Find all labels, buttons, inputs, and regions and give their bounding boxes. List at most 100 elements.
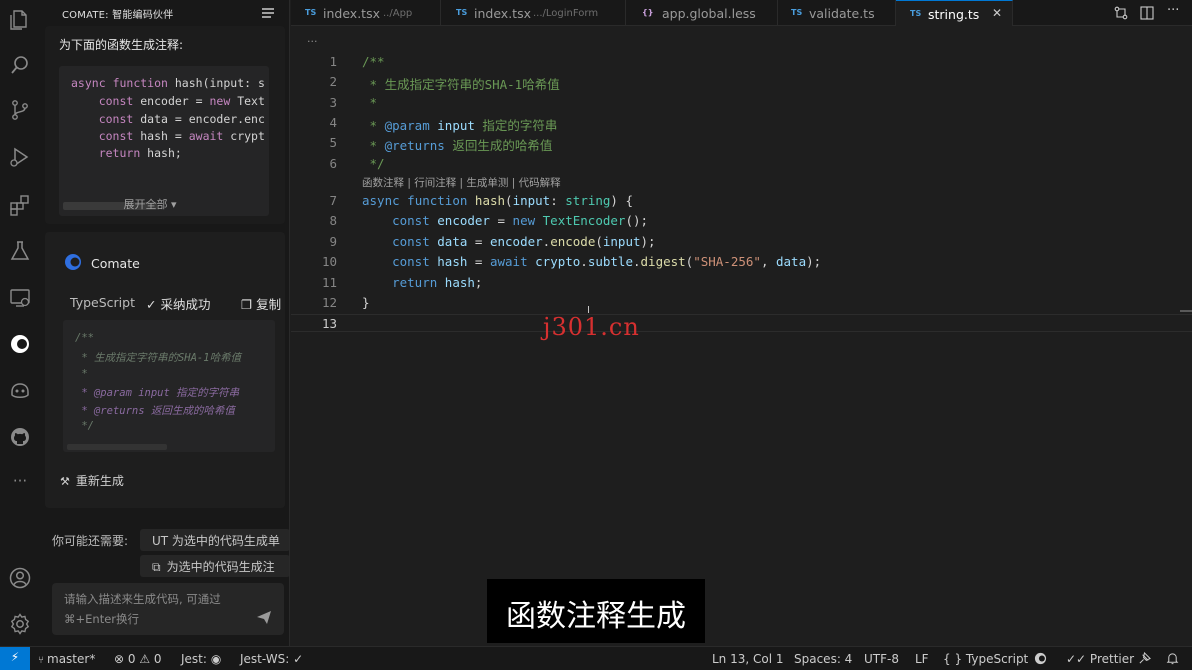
- suggestion-unit-test[interactable]: UT 为选中的代码生成单: [140, 529, 289, 551]
- code-line[interactable]: const data = encoder.encode(input);: [362, 234, 655, 249]
- prettier-status[interactable]: ✓✓ Prettier: [1066, 652, 1134, 666]
- code-token: const: [392, 234, 430, 249]
- code-line: * @param input 指定的字符串: [75, 387, 240, 399]
- run-debug-icon[interactable]: [8, 145, 32, 169]
- code-token: return: [392, 275, 438, 290]
- breadcrumb[interactable]: ···: [307, 35, 318, 48]
- more-actions-icon[interactable]: ···: [1167, 3, 1181, 18]
- bot-message-card: Comate TypeScript ✓ 采纳成功 ❐ 复制 /** * 生成指定…: [45, 232, 285, 508]
- code-token: function: [407, 193, 468, 208]
- code-line[interactable]: * @param input 指定的字符串: [362, 115, 558, 134]
- code-token: =: [489, 213, 513, 228]
- code-token: @returns: [384, 138, 445, 153]
- accept-status: ✓ 采纳成功: [146, 294, 210, 313]
- wand-icon: ⚒: [60, 475, 70, 488]
- tab-app-global-less[interactable]: {} app.global.less: [626, 0, 778, 26]
- code-line[interactable]: /**: [362, 54, 385, 69]
- code-line: *: [75, 368, 88, 380]
- cursor-position[interactable]: Ln 13, Col 1: [712, 652, 784, 666]
- prompt-placeholder: 请输入描述来生成代码, 可通过: [64, 592, 221, 606]
- typescript-icon: TS: [791, 8, 803, 17]
- language-mode[interactable]: { } TypeScript: [943, 652, 1028, 666]
- tab-index-loginform[interactable]: TS index.tsx .../LoginForm: [441, 0, 626, 26]
- code-token: hash: [437, 254, 468, 269]
- accept-label: ✓ 采纳成功: [146, 297, 211, 312]
- copy-button[interactable]: ❐ 复制: [241, 294, 281, 313]
- github-icon[interactable]: [8, 425, 32, 449]
- code-line[interactable]: *: [362, 95, 378, 110]
- code-line[interactable]: async function hash(input: string) {: [362, 193, 633, 208]
- code-token: data: [776, 254, 807, 269]
- regenerate-button[interactable]: ⚒ 重新生成: [60, 472, 124, 489]
- code-editor[interactable]: ··· 1 2 3 4 5 6 7 8 9 10 11 12 13 /** * 生成指定字符串的SHA-…: [291, 27, 1192, 646]
- compare-changes-icon[interactable]: [1114, 5, 1128, 20]
- regenerate-label: 重新生成: [75, 474, 124, 488]
- remote-indicator[interactable]: ⚡: [0, 647, 30, 670]
- expand-all-button[interactable]: 展开全部 ▾: [45, 196, 255, 212]
- encoding[interactable]: UTF-8: [864, 652, 899, 666]
- close-icon[interactable]: ✕: [992, 6, 1002, 20]
- code-line[interactable]: * 生成指定字符串的SHA-1哈希值: [362, 74, 560, 93]
- code-line[interactable]: const encoder = new TextEncoder();: [362, 213, 648, 228]
- code-token: new: [512, 213, 536, 228]
- remote-explorer-icon[interactable]: [8, 286, 32, 310]
- code-line[interactable]: const hash = await crypto.subtle.digest(…: [362, 254, 821, 269]
- code-token: @param: [384, 118, 430, 133]
- prompt-placeholder: ⌘+Enter换行: [64, 612, 140, 626]
- feedback-icon[interactable]: [1138, 651, 1151, 668]
- code-token: encoder: [437, 213, 490, 228]
- more-icon[interactable]: ···: [8, 472, 32, 496]
- jest-label: Jest:: [181, 652, 207, 666]
- code-token: encoder: [489, 234, 543, 249]
- line-number: 9: [329, 234, 337, 249]
- code-line[interactable]: * @returns 返回生成的哈希值: [362, 135, 553, 154]
- send-icon[interactable]: [256, 609, 272, 625]
- search-icon[interactable]: [8, 53, 32, 77]
- end-of-line[interactable]: LF: [915, 652, 929, 666]
- git-branch[interactable]: ⑂ master*: [38, 652, 95, 666]
- code-line: */: [75, 420, 94, 432]
- explorer-icon[interactable]: [8, 8, 32, 32]
- indentation[interactable]: Spaces: 4: [794, 652, 852, 666]
- comate-status-icon[interactable]: [1034, 652, 1047, 668]
- settings-icon[interactable]: [8, 612, 32, 636]
- menu-icon[interactable]: [260, 5, 276, 19]
- horizontal-scrollbar[interactable]: [67, 444, 167, 450]
- codelens-actions[interactable]: 函数注释 | 行间注释 | 生成单测 | 代码解释: [362, 175, 561, 190]
- tab-path: ../App: [383, 8, 413, 19]
- code-line: const data = encoder.enc: [98, 112, 265, 126]
- account-icon[interactable]: [8, 566, 32, 590]
- notifications-icon[interactable]: [1166, 652, 1179, 668]
- code-token: ,: [760, 254, 776, 269]
- code-token: *: [362, 118, 385, 133]
- user-code-block: async function hash(input: s const encod…: [59, 66, 269, 216]
- tab-string[interactable]: TS string.ts ✕: [896, 0, 1013, 26]
- line-number: 11: [321, 275, 337, 290]
- problems-indicator[interactable]: ⊗ 0 ⚠ 0: [114, 652, 162, 666]
- extensions-icon[interactable]: [8, 193, 32, 217]
- current-line-highlight: [291, 314, 1192, 332]
- jest-status[interactable]: Jest: ◉: [181, 652, 221, 666]
- tab-index-app[interactable]: TS index.tsx ../App: [291, 0, 441, 26]
- suggestion-comment[interactable]: ⧉ 为选中的代码生成注: [140, 555, 289, 577]
- code-token: const: [392, 213, 430, 228]
- code-line[interactable]: */: [362, 156, 385, 171]
- split-editor-icon[interactable]: [1140, 5, 1154, 20]
- code-line[interactable]: return hash;: [362, 275, 482, 290]
- activity-bar: ···: [0, 0, 40, 646]
- suggestions-label: 你可能还需要:: [52, 534, 129, 548]
- jest-ws-status[interactable]: Jest-WS: ✓: [240, 652, 303, 666]
- code-token: );: [806, 254, 822, 269]
- tab-validate[interactable]: TS validate.ts: [778, 0, 896, 26]
- code-line[interactable]: }: [362, 295, 370, 310]
- testing-icon[interactable]: [8, 239, 32, 263]
- comate-icon[interactable]: [8, 332, 32, 356]
- less-icon: {}: [642, 8, 654, 17]
- prompt-input[interactable]: 请输入描述来生成代码, 可通过 ⌘+Enter换行: [52, 583, 284, 635]
- code-language-label: TypeScript: [70, 295, 135, 310]
- copilot-icon[interactable]: [8, 378, 32, 402]
- source-control-icon[interactable]: [8, 98, 32, 122]
- line-number: 12: [321, 295, 337, 310]
